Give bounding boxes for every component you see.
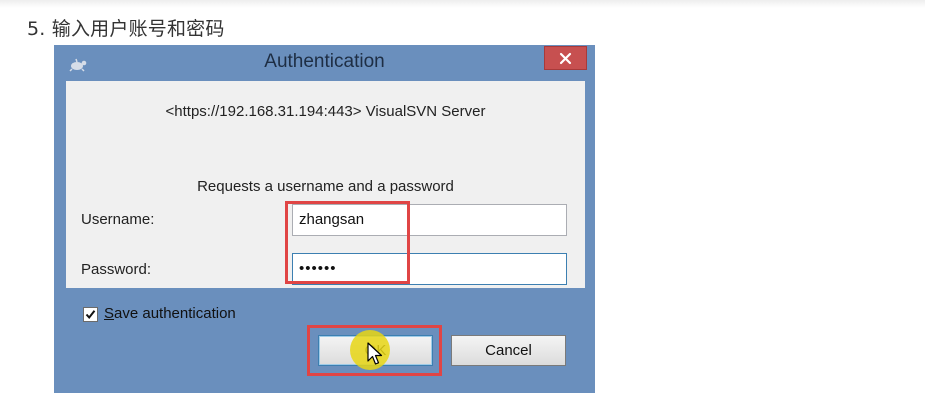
cancel-button[interactable]: Cancel: [451, 335, 566, 366]
password-label: Password:: [81, 261, 152, 278]
top-fade: [0, 0, 925, 8]
username-input[interactable]: zhangsan: [292, 204, 567, 236]
ok-button[interactable]: OK: [318, 335, 433, 366]
username-label: Username:: [81, 211, 155, 228]
dialog-content: <https://192.168.31.194:443> VisualSVN S…: [66, 81, 585, 288]
password-input[interactable]: ••••••: [292, 253, 567, 285]
close-icon: [559, 52, 572, 65]
dialog-title: Authentication: [264, 51, 385, 72]
request-message: Requests a username and a password: [197, 178, 454, 195]
close-button[interactable]: [544, 46, 587, 70]
authentication-dialog: Authentication <https://192.168.31.194:4…: [54, 45, 595, 393]
save-authentication-text: ave authentication: [114, 305, 236, 322]
server-url-text: <https://192.168.31.194:443> VisualSVN S…: [165, 103, 486, 120]
checkmark-icon: [85, 310, 96, 320]
title-bar[interactable]: Authentication: [54, 45, 595, 82]
save-authentication-accesskey: S: [104, 305, 115, 322]
save-authentication-label[interactable]: Save authentication: [104, 305, 236, 322]
save-authentication-checkbox[interactable]: [83, 307, 98, 322]
step-heading: 5. 输入用户账号和密码: [27, 18, 225, 40]
